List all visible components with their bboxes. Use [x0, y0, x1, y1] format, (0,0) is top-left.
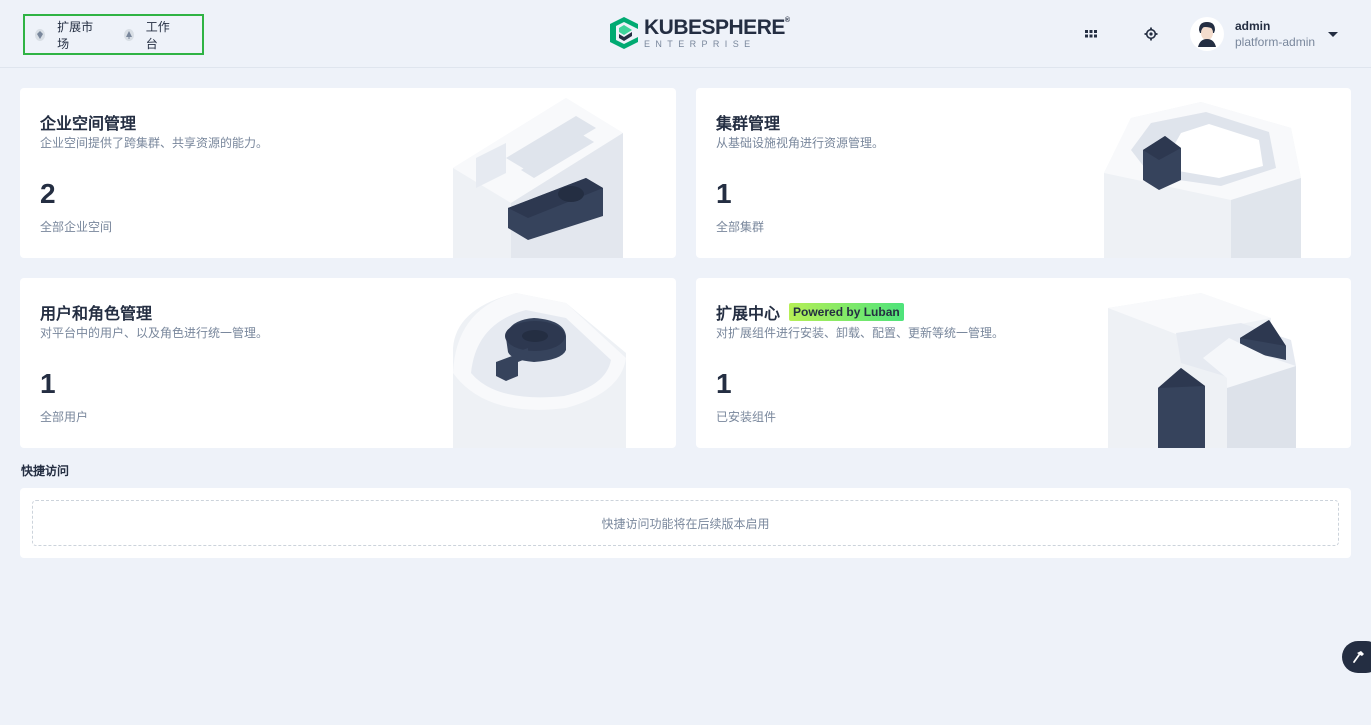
- apps-grid-icon[interactable]: [1083, 26, 1099, 42]
- logo-main-text: KUBESPHERE®: [644, 16, 790, 39]
- user-name: admin: [1235, 19, 1271, 33]
- workspace-illustration-icon: [453, 98, 623, 258]
- card-title-text: 扩展中心: [716, 306, 781, 323]
- gear-icon[interactable]: [1143, 26, 1159, 42]
- logo-sub-text: ENTERPRISE: [644, 39, 756, 49]
- quick-access-title: 快捷访问: [21, 464, 70, 478]
- luban-badge: Powered by Luban: [789, 303, 904, 321]
- nav-marketplace[interactable]: 扩展市场: [35, 18, 98, 52]
- hammer-icon: [1353, 651, 1364, 663]
- quick-nav: 扩展市场 工作台: [23, 14, 204, 55]
- card-description: 对平台中的用户、以及角色进行统一管理。: [40, 326, 269, 340]
- card-description: 从基础设施视角进行资源管理。: [716, 136, 885, 150]
- quick-access-panel: 快捷访问功能将在后续版本启用: [20, 488, 1351, 558]
- user-menu[interactable]: admin platform-admin: [1190, 17, 1339, 51]
- card-description: 对扩展组件进行安装、卸载、配置、更新等统一管理。: [716, 326, 1005, 340]
- user-role: platform-admin: [1235, 35, 1316, 49]
- card-count: 1: [716, 178, 732, 209]
- card-count-label: 已安装组件: [716, 410, 777, 424]
- workbench-icon: [123, 28, 134, 41]
- quick-access-placeholder: 快捷访问功能将在后续版本启用: [32, 500, 1339, 546]
- marketplace-icon: [35, 28, 46, 41]
- user-key-illustration-icon: [453, 293, 626, 448]
- cluster-illustration-icon: [1104, 102, 1301, 258]
- card-count: 1: [40, 368, 56, 399]
- top-bar: 扩展市场 工作台 KUBESPHERE® ENTERPRISE admin pl…: [0, 0, 1371, 68]
- avatar: [1190, 17, 1224, 51]
- card-description: 企业空间提供了跨集群、共享资源的能力。: [40, 136, 269, 150]
- card-count-label: 全部企业空间: [40, 220, 113, 234]
- toolbox-button[interactable]: [1342, 641, 1371, 673]
- card-title: 企业空间管理: [40, 116, 137, 133]
- nav-marketplace-label: 扩展市场: [57, 19, 94, 51]
- nav-workbench[interactable]: 工作台: [123, 18, 176, 52]
- card-users[interactable]: 用户和角色管理 对平台中的用户、以及角色进行统一管理。 1 全部用户: [20, 278, 676, 448]
- chevron-down-icon: [1328, 31, 1339, 37]
- card-title: 集群管理: [716, 116, 781, 133]
- kubesphere-logo-icon: [610, 17, 638, 49]
- card-extensions[interactable]: 扩展中心 Powered by Luban 对扩展组件进行安装、卸载、配置、更新…: [696, 278, 1351, 448]
- card-workspaces[interactable]: 企业空间管理 企业空间提供了跨集群、共享资源的能力。 2 全部企业空间: [20, 88, 676, 258]
- card-clusters[interactable]: 集群管理 从基础设施视角进行资源管理。 1 全部集群: [696, 88, 1351, 258]
- card-count-label: 全部集群: [716, 220, 765, 234]
- extension-blocks-illustration-icon: [1108, 293, 1296, 448]
- card-title: 扩展中心 Powered by Luban: [716, 300, 904, 324]
- logo[interactable]: KUBESPHERE® ENTERPRISE: [610, 17, 790, 49]
- card-title: 用户和角色管理: [40, 306, 153, 323]
- card-count-label: 全部用户: [40, 410, 89, 424]
- card-count: 2: [40, 178, 56, 209]
- nav-workbench-label: 工作台: [145, 19, 170, 51]
- card-count: 1: [716, 368, 732, 399]
